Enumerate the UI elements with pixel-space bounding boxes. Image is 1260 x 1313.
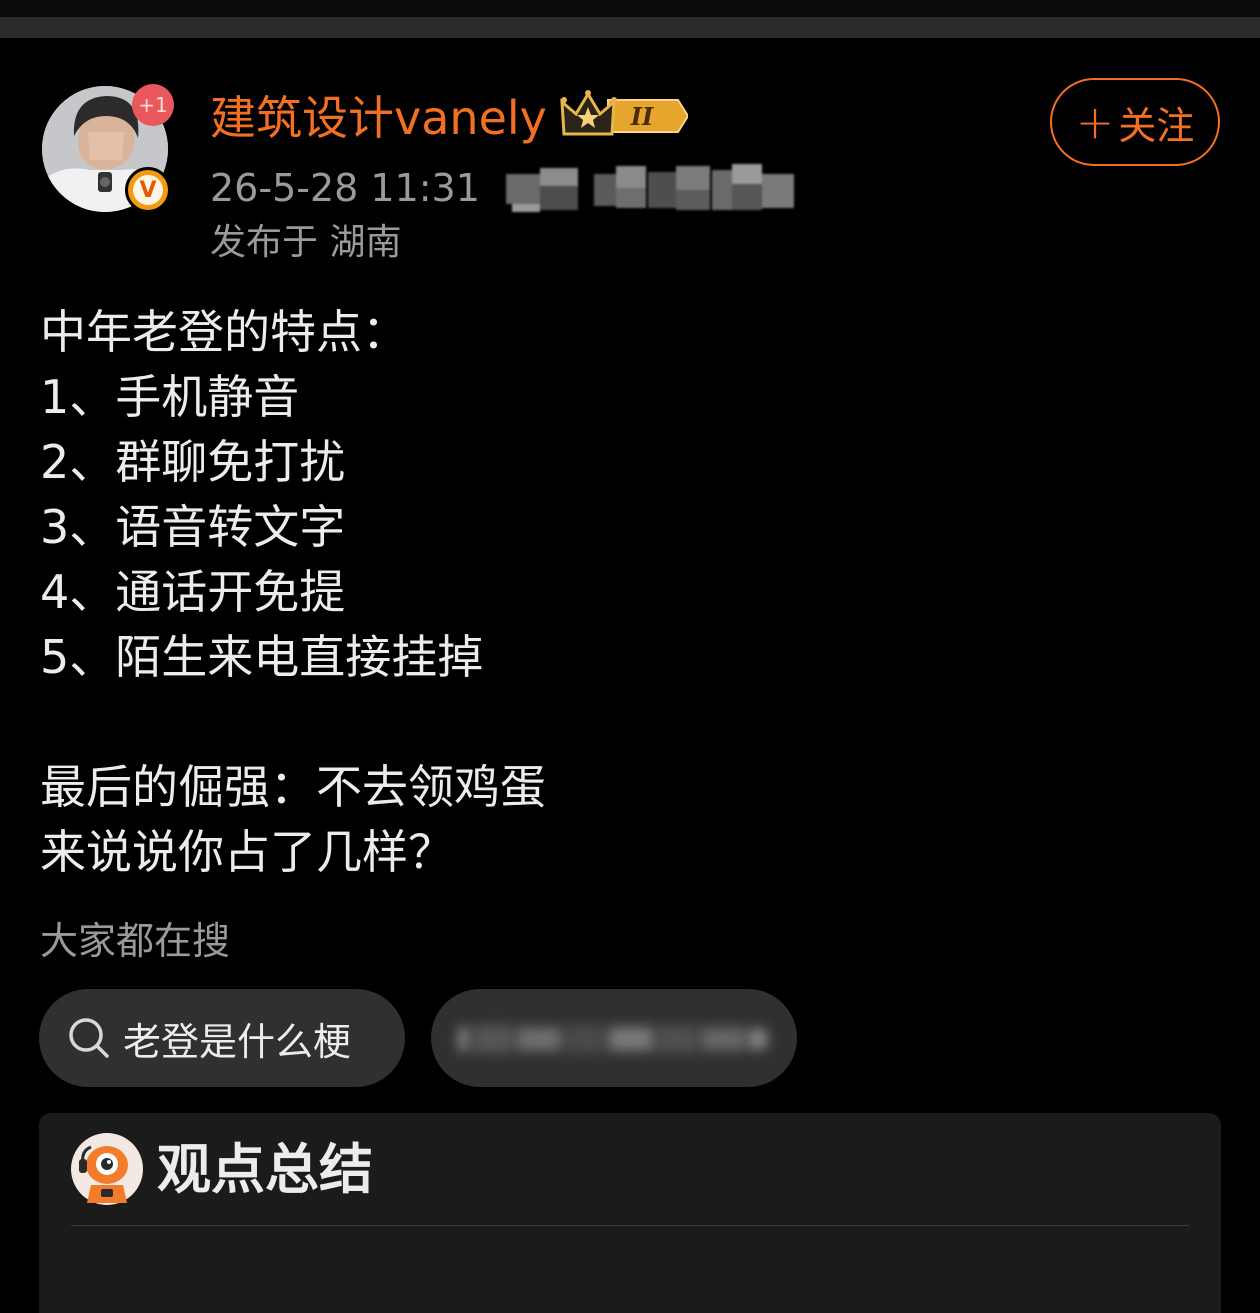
post-location: 发布于 湖南 — [210, 222, 402, 263]
divider — [71, 1225, 1189, 1226]
author-name[interactable]: 建筑设计vanely — [210, 88, 547, 148]
vip-level: II — [630, 102, 654, 131]
post-line: 2、群聊免打扰 — [40, 435, 346, 489]
trending-search-heading: 大家都在搜 — [40, 919, 231, 963]
status-bar — [0, 0, 1260, 38]
redacted-block — [594, 164, 794, 210]
robot-icon — [71, 1133, 143, 1205]
post-time: 26-5-28 11:31 — [210, 166, 480, 210]
search-chip[interactable]: 老登是什么梗 — [39, 989, 405, 1087]
post-line: 4、通话开免提 — [40, 565, 346, 619]
post-content: 中年老登的特点： 1、手机静音 2、群聊免打扰 3、语音转文字 4、通话开免提 … — [40, 300, 1220, 885]
vip-crown-badge: II — [560, 90, 688, 136]
opinion-summary-card[interactable]: 观点总结 — [39, 1113, 1221, 1313]
post-line: 最后的倔强：不去领鸡蛋 — [40, 760, 546, 814]
post-line: 中年老登的特点： — [40, 305, 408, 359]
follow-button[interactable]: + 关注 — [1050, 78, 1220, 166]
top-strip — [0, 17, 1260, 38]
search-chip-label: 老登是什么梗 — [123, 1019, 352, 1064]
post-line: 3、语音转文字 — [40, 500, 346, 554]
redacted-text — [459, 1025, 767, 1053]
plus-icon: + — [1075, 95, 1115, 149]
search-chip-redacted[interactable] — [431, 989, 797, 1087]
verified-badge: V — [125, 167, 171, 213]
post-line: 来说说你占了几样？ — [40, 825, 454, 879]
redacted-block — [506, 168, 578, 212]
post-line: 5、陌生来电直接挂掉 — [40, 630, 484, 684]
verified-icon: V — [133, 175, 163, 205]
search-icon — [69, 1018, 109, 1058]
post-line: 1、手机静音 — [40, 370, 300, 424]
avatar-plus-badge: +1 — [132, 84, 174, 126]
follow-label: 关注 — [1118, 103, 1195, 148]
summary-title: 观点总结 — [157, 1138, 373, 1201]
